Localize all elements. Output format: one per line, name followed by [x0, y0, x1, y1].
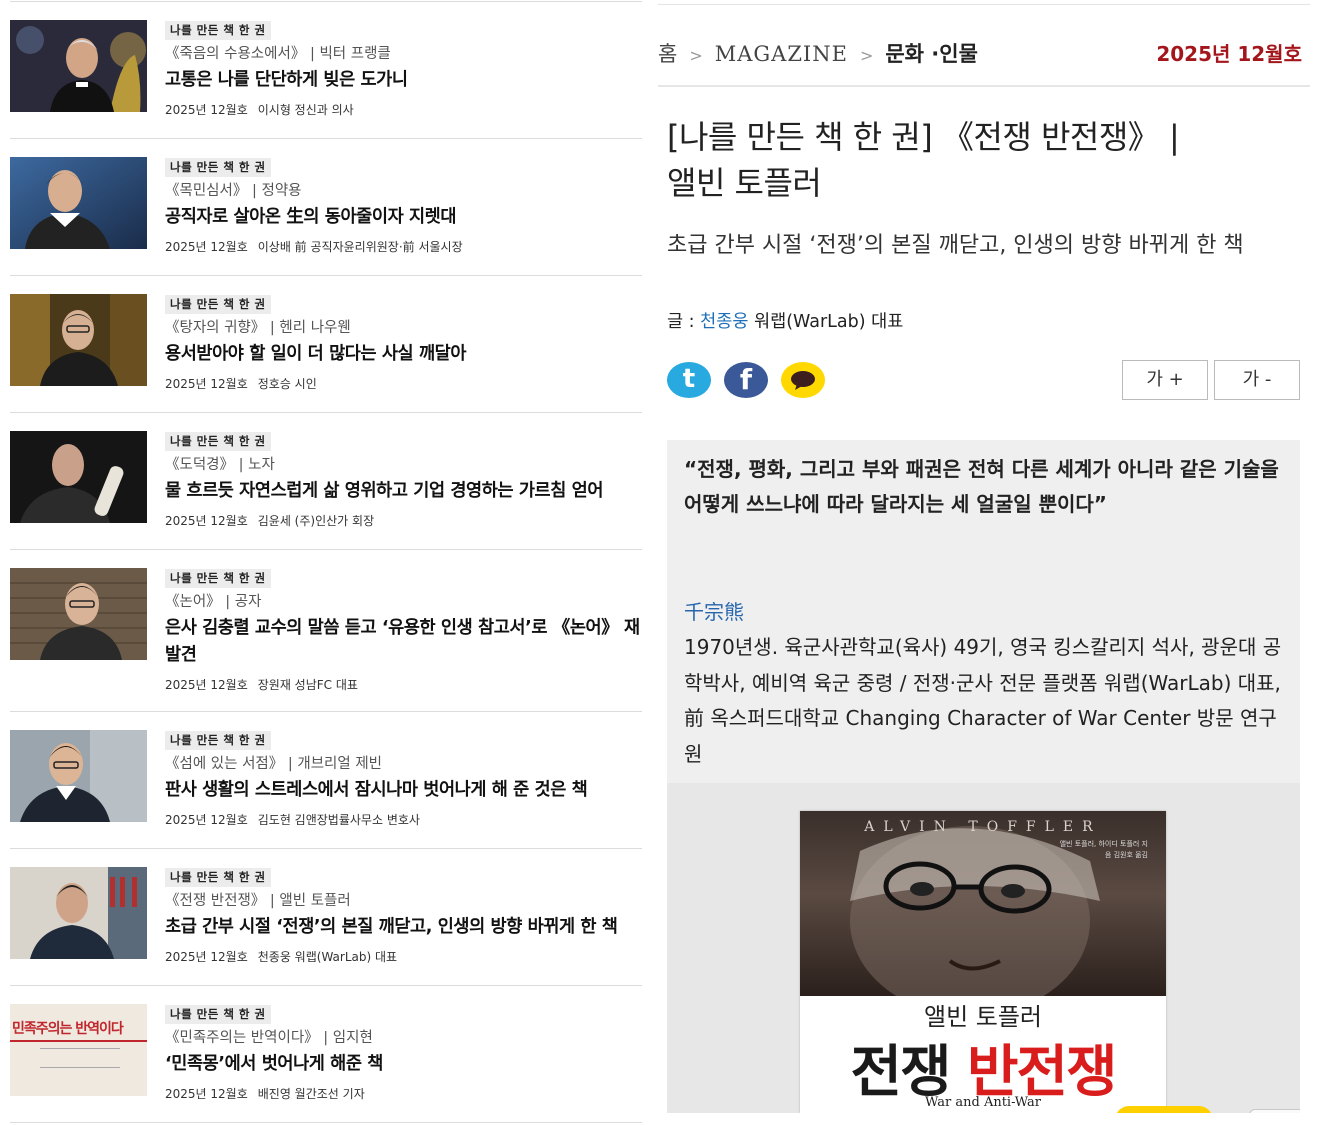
headline-link[interactable]: 고통은 나를 단단하게 빚은 도가니	[165, 67, 642, 94]
breadcrumb-magazine[interactable]: MAGAZINE	[715, 42, 848, 66]
book-info: 《도덕경》 | 노자	[165, 457, 275, 473]
list-item[interactable]: 나를 만든 책 한 권 《논어》 | 공자 은사 김충렬 교수의 말씀 듣고 ‘…	[10, 550, 642, 712]
thumbnail-image[interactable]	[10, 431, 147, 523]
article-list: 나를 만든 책 한 권 《죽음의 수용소에서》 | 빅터 프랭클 고통은 나를 …	[0, 0, 645, 1125]
book-cover-name: ALVIN TOFFLER	[864, 819, 1102, 835]
list-item[interactable]: 나를 만든 책 한 권 《탕자의 귀향》 | 헨리 나우웬 용서받아야 할 일이…	[10, 276, 642, 413]
breadcrumb-divider	[658, 85, 1310, 87]
issue-label[interactable]: 2025년 12월호	[1156, 38, 1302, 67]
book-cover: ALVIN TOFFLER 앨빈 토플러, 하이디 토플러 지음 김원호 옮김 …	[800, 811, 1166, 1113]
article-meta: 2025년 12월호 정호승 시인	[165, 377, 317, 391]
category-tag: 나를 만든 책 한 권	[165, 432, 271, 451]
headline-link[interactable]: 판사 생활의 스트레스에서 잠시나마 벗어나게 해 준 것은 책	[165, 777, 642, 804]
thumbnail-image[interactable]: 민족주의는 반역이다	[10, 1004, 147, 1096]
category-tag: 나를 만든 책 한 권	[165, 569, 271, 588]
category-tag: 나를 만든 책 한 권	[165, 295, 271, 314]
article-meta: 2025년 12월호 김윤세 (주)인산가 회장	[165, 514, 375, 528]
book-cover-subtitle: War and Anti-War	[925, 1095, 1041, 1110]
headline-link[interactable]: 초급 간부 시절 ‘전쟁’의 본질 깨닫고, 인생의 방향 바뀌게 한 책	[165, 914, 642, 941]
author-bio: 1970년생. 육군사관학교(육사) 49기, 영국 킹스칼리지 석사, 광운대…	[684, 635, 1282, 766]
kakaotalk-icon[interactable]	[781, 362, 825, 398]
book-cover-photo: ALVIN TOFFLER 앨빈 토플러, 하이디 토플러 지음 김원호 옮김	[800, 811, 1166, 996]
breadcrumb-category[interactable]: 문화 ·인물	[885, 42, 978, 66]
scroll-top-button[interactable]	[1249, 1109, 1300, 1113]
list-item[interactable]: 나를 만든 책 한 권 《죽음의 수용소에서》 | 빅터 프랭클 고통은 나를 …	[10, 2, 642, 139]
list-item[interactable]: 나를 만든 책 한 권 《도덕경》 | 노자 물 흐르듯 자연스럽게 삶 영위하…	[10, 413, 642, 550]
thumbnail-image[interactable]	[10, 294, 147, 386]
thumbnail-lines	[40, 1048, 120, 1068]
category-tag: 나를 만든 책 한 권	[165, 158, 271, 177]
font-size-increase-button[interactable]: 가 +	[1122, 360, 1208, 400]
book-info: 《죽음의 수용소에서》 | 빅터 프랭클	[165, 46, 391, 62]
breadcrumb-home[interactable]: 홈	[658, 42, 677, 66]
font-size-decrease-button[interactable]: 가 -	[1214, 360, 1300, 400]
thumbnail-stripe	[10, 1040, 147, 1042]
article-meta: 2025년 12월호 배진영 월간조선 기자	[165, 1087, 365, 1101]
headline-link[interactable]: 용서받아야 할 일이 더 많다는 사실 깨달아	[165, 341, 642, 368]
thumbnail-image[interactable]	[10, 568, 147, 660]
book-info: 《목민심서》 | 정약용	[165, 183, 302, 199]
headline-link[interactable]: 은사 김충렬 교수의 말씀 듣고 ‘유용한 인생 참고서’로 《논어》 재발견	[165, 615, 642, 669]
author-link[interactable]: 천종웅	[700, 312, 748, 332]
article-meta: 2025년 12월호 장원재 성남FC 대표	[165, 678, 358, 692]
article-subtitle: 초급 간부 시절 ‘전쟁’의 본질 깨닫고, 인생의 방향 바뀌게 한 책	[667, 233, 1244, 258]
book-info: 《민족주의는 반역이다》 | 임지현	[165, 1030, 373, 1046]
floating-action-button[interactable]	[1115, 1106, 1213, 1113]
book-info: 《섬에 있는 서점》 | 개브리얼 제빈	[165, 756, 383, 772]
list-item[interactable]: 나를 만든 책 한 권 《전쟁 반전쟁》 | 앨빈 토플러 초급 간부 시절 ‘…	[10, 849, 642, 986]
book-info: 《논어》 | 공자	[165, 594, 262, 610]
category-tag: 나를 만든 책 한 권	[165, 731, 271, 750]
headline-link[interactable]: ‘민족몽’에서 벗어나게 해준 책	[165, 1051, 642, 1078]
byline: 글 : 천종웅 워랩(WarLab) 대표	[667, 312, 904, 332]
article-meta: 2025년 12월호 이시형 정신과 의사	[165, 103, 354, 117]
thumbnail-image[interactable]	[10, 157, 147, 249]
category-tag: 나를 만든 책 한 권	[165, 1005, 271, 1024]
top-divider	[658, 4, 1310, 5]
book-info: 《탕자의 귀향》 | 헨리 나우웬	[165, 320, 351, 336]
list-item[interactable]: 나를 만든 책 한 권 《목민심서》 | 정약용 공직자로 살아온 生의 동아줄…	[10, 139, 642, 276]
book-cover-image-area: ALVIN TOFFLER 앨빈 토플러, 하이디 토플러 지음 김원호 옮김 …	[667, 783, 1300, 1113]
article-view: 홈 > MAGAZINE > 문화 ·인물 2025년 12월호 [나를 만든 책 한 …	[658, 0, 1310, 1125]
facebook-icon[interactable]: f	[724, 362, 768, 398]
book-info: 《전쟁 반전쟁》 | 앨빈 토플러	[165, 893, 351, 909]
article-title: [나를 만든 책 한 권] 《전쟁 반전쟁》 | 앨빈 토플러	[667, 118, 1180, 202]
article-meta: 2025년 12월호 천종웅 워랩(WarLab) 대표	[165, 950, 398, 964]
headline-link[interactable]: 물 흐르듯 자연스럽게 삶 영위하고 기업 경영하는 가르침 얻어	[165, 478, 642, 505]
pull-quote: “전쟁, 평화, 그리고 부와 패권은 전혀 다른 세계가 아니라 같은 기술을…	[684, 457, 1279, 516]
book-cover-credit: 앨빈 토플러, 하이디 토플러 지음 김원호 옮김	[1059, 840, 1148, 859]
list-item[interactable]: 나를 만든 책 한 권 《섬에 있는 서점》 | 개브리얼 제빈 판사 생활의 …	[10, 712, 642, 849]
chevron-right-icon: >	[859, 46, 874, 65]
chevron-right-icon: >	[689, 46, 703, 65]
thumbnail-image[interactable]	[10, 867, 147, 959]
thumbnail-book-cover-text: 민족주의는 반역이다	[12, 1021, 124, 1037]
author-hanja-name: 千宗熊	[684, 600, 744, 624]
article-meta: 2025년 12월호 김도현 김앤장법률사무소 변호사	[165, 813, 420, 827]
article-meta: 2025년 12월호 이상배 前 공직자윤리위원장·前 서울시장	[165, 240, 463, 254]
thumbnail-image[interactable]	[10, 20, 147, 112]
twitter-icon[interactable]: t	[667, 362, 711, 398]
thumbnail-image[interactable]	[10, 730, 147, 822]
category-tag: 나를 만든 책 한 권	[165, 868, 271, 887]
breadcrumb: 홈 > MAGAZINE > 문화 ·인물	[658, 38, 978, 68]
author-profile-box: “전쟁, 평화, 그리고 부와 패권은 전혀 다른 세계가 아니라 같은 기술을…	[667, 440, 1300, 800]
headline-link[interactable]: 공직자로 살아온 生의 동아줄이자 지렛대	[165, 204, 642, 231]
list-item[interactable]: 민족주의는 반역이다 나를 만든 책 한 권 《민족주의는 반역이다》 | 임지…	[10, 986, 642, 1123]
category-tag: 나를 만든 책 한 권	[165, 21, 271, 40]
